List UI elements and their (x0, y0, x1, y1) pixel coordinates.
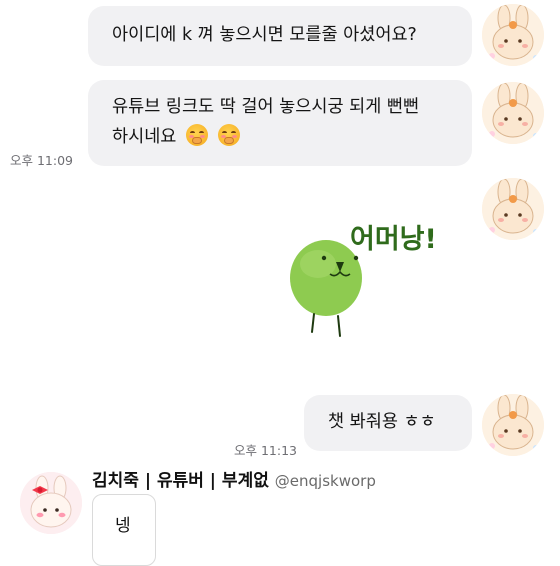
bunny-avatar-icon (482, 394, 544, 456)
bunny-avatar-icon (482, 178, 544, 240)
message-text-1: 아이디에 k 껴 놓으시면 모를줄 아셨어요? (112, 25, 417, 45)
reply-sender: 김치죽 | 유튜버 | 부계없 @enqjskworp (92, 466, 376, 491)
timestamp-1: 오후 11:09 (10, 153, 73, 168)
sender-avatar-4[interactable] (482, 394, 544, 456)
green-blob-sticker-icon: 어머낭! (290, 224, 437, 337)
sender-avatar-1[interactable] (482, 4, 544, 66)
bunny-avatar-icon (482, 4, 544, 66)
bunny-avatar-icon (20, 472, 82, 534)
timestamp-2: 오후 11:13 (234, 443, 297, 458)
message-text-2-line2: 하시네요 (112, 127, 177, 147)
sticker-caption: 어머낭! (350, 224, 437, 255)
sender-avatar-3[interactable] (482, 178, 544, 240)
sender-handle[interactable]: @enqjskworp (275, 472, 376, 490)
shushing-face-emoji-icon (217, 124, 240, 146)
reply-bubble[interactable]: 넹 (92, 494, 156, 566)
shushing-face-emoji-icon (185, 124, 208, 146)
message-bubble-2[interactable]: 유튜브 링크도 딱 걸어 놓으시궁 되게 뻔뻔 하시네요 (88, 80, 472, 166)
message-text-2-line1: 유튜브 링크도 딱 걸어 놓으시궁 되게 뻔뻔 (112, 97, 420, 117)
bunny-avatar-icon (482, 82, 544, 144)
sender-avatar-2[interactable] (482, 82, 544, 144)
message-bubble-4[interactable]: 챗 봐줘용 ㅎㅎ (304, 395, 472, 451)
reply-text: 넹 (115, 516, 131, 536)
sender-name: 김치죽 | 유튜버 | 부계없 (92, 471, 269, 491)
other-user-avatar[interactable] (20, 472, 82, 534)
message-bubble-1[interactable]: 아이디에 k 껴 놓으시면 모를줄 아셨어요? (88, 6, 472, 66)
message-text-4: 챗 봐줘용 ㅎㅎ (328, 412, 436, 432)
green-blob-sticker[interactable]: 어머낭! (278, 214, 468, 354)
